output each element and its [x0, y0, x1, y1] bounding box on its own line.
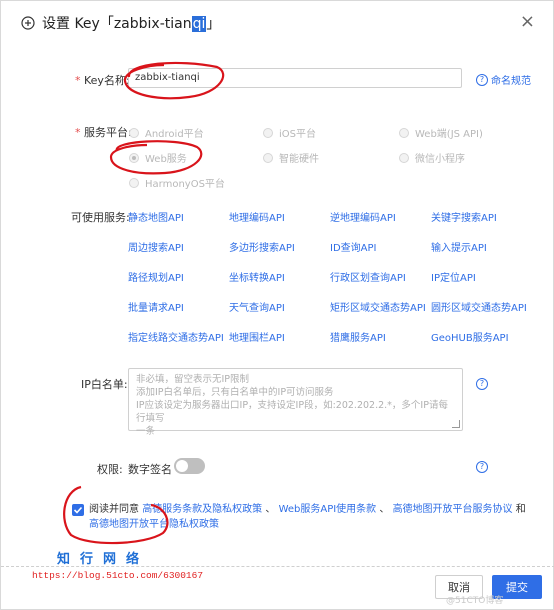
radio-dot [263, 127, 273, 138]
help-icon: ? [476, 378, 488, 390]
radio-label: 微信小程序 [415, 154, 465, 165]
dialog-title-suffix: 」 [206, 16, 221, 32]
watermark-url: https://blog.51cto.com/6300167 [32, 570, 204, 581]
radio-dot-selected [129, 152, 139, 163]
permission-help-link[interactable]: ? [476, 461, 488, 473]
service-api-link[interactable]: 逆地理编码API [330, 209, 396, 224]
digital-signature-toggle[interactable] [174, 458, 205, 474]
terms-link-1[interactable]: 高德服务条款及隐私权政策 [142, 504, 262, 515]
toggle-knob [176, 460, 188, 472]
permission-label: 权限: [97, 463, 123, 476]
service-api-link[interactable]: 多边形搜索API [229, 239, 295, 254]
set-key-dialog: 设置 Key「zabbix-tianqi」 × * Key名称: zabbix-… [0, 0, 554, 610]
services-label: 可使用服务: [71, 211, 130, 224]
naming-rules-text: 命名规范 [491, 76, 531, 87]
service-api-link[interactable]: 猎鹰服务API [330, 329, 386, 344]
platform-label-text: 服务平台: [84, 126, 132, 139]
placeholder-line: 添加IP白名单后，只有白名单中的IP可访问服务 [136, 387, 334, 398]
radio-web-service[interactable]: Web服务 [129, 150, 187, 165]
radio-dot [399, 127, 409, 138]
resize-handle[interactable] [452, 420, 460, 428]
check-icon [73, 506, 83, 514]
service-api-link[interactable]: ID查询API [330, 239, 376, 254]
service-api-link[interactable]: 路径规划API [128, 269, 184, 284]
radio-smart-hardware[interactable]: 智能硬件 [263, 150, 319, 165]
terms-link-2[interactable]: Web服务API使用条款 [279, 504, 377, 515]
dialog-header: 设置 Key「zabbix-tianqi」 × [1, 1, 553, 45]
terms-link-3[interactable]: 高德地图开放平台服务协议 [393, 504, 513, 515]
service-api-link[interactable]: 行政区划查询API [330, 269, 406, 284]
placeholder-line: 一条 [136, 426, 156, 437]
radio-dot [263, 152, 273, 163]
radio-ios[interactable]: iOS平台 [263, 125, 316, 140]
divider [1, 566, 554, 567]
platform-label: * 服务平台: [75, 124, 132, 140]
naming-rules-link[interactable]: ? 命名规范 [476, 72, 531, 87]
radio-label: 智能硬件 [279, 154, 319, 165]
placeholder-line: IP应该设定为服务器出口IP，支持设定IP段，如:202.202.2.*，多个I… [136, 400, 448, 424]
service-api-link[interactable]: GeoHUB服务API [431, 329, 509, 344]
radio-label: Web服务 [145, 154, 187, 165]
help-icon: ? [476, 461, 488, 473]
service-api-link[interactable]: 输入提示API [431, 239, 487, 254]
dialog-title-prefix: 设置 Key「zabbix-tian [42, 16, 192, 32]
service-api-link[interactable]: 地理围栏API [229, 329, 285, 344]
radio-web-js[interactable]: Web端(JS API) [399, 125, 483, 140]
ip-whitelist-label: IP白名单: [81, 378, 128, 391]
radio-label: HarmonyOS平台 [145, 179, 225, 190]
key-name-label: * Key名称: [75, 72, 130, 88]
watermark-brand: 知行网络 [57, 552, 150, 567]
service-api-link[interactable]: 指定线路交通态势API [128, 329, 224, 344]
radio-dot [399, 152, 409, 163]
add-circle-icon [21, 16, 35, 30]
radio-android[interactable]: Android平台 [129, 125, 204, 140]
dialog-title-selection: qi [191, 16, 207, 32]
separator: 和 [515, 504, 526, 515]
service-api-link[interactable]: 矩形区域交通态势API [330, 299, 426, 314]
ip-help-link[interactable]: ? [476, 378, 488, 390]
close-icon[interactable]: × [520, 11, 535, 32]
key-name-input[interactable]: zabbix-tianqi [128, 68, 462, 88]
placeholder-line: 非必填，留空表示无IP限制 [136, 374, 250, 385]
service-api-link[interactable]: 圆形区域交通态势API [431, 299, 527, 314]
radio-label: iOS平台 [279, 129, 316, 140]
radio-label: Android平台 [145, 129, 204, 140]
ip-whitelist-textarea[interactable]: 非必填，留空表示无IP限制 添加IP白名单后，只有白名单中的IP可访问服务 IP… [128, 368, 463, 437]
service-api-link[interactable]: 关键字搜索API [431, 209, 497, 224]
terms-link-4[interactable]: 高德地图开放平台隐私权政策 [89, 519, 219, 530]
radio-harmonyos[interactable]: HarmonyOS平台 [129, 175, 225, 190]
help-icon: ? [476, 73, 488, 86]
radio-dot [129, 127, 139, 138]
radio-wechat-miniprogram[interactable]: 微信小程序 [399, 150, 465, 165]
agreement-checkbox[interactable] [72, 504, 84, 516]
service-api-link[interactable]: 静态地图API [128, 209, 184, 224]
key-name-label-text: Key名称: [84, 74, 130, 87]
service-api-link[interactable]: IP定位API [431, 269, 476, 284]
service-api-link[interactable]: 批量请求API [128, 299, 184, 314]
radio-label: Web端(JS API) [415, 129, 483, 140]
separator: 、 [265, 504, 276, 515]
service-api-link[interactable]: 地理编码API [229, 209, 285, 224]
agreement-text: 阅读并同意 高德服务条款及隐私权政策 、 Web服务API使用条款 、 高德地图… [89, 502, 529, 532]
radio-dot [129, 177, 139, 188]
service-api-link[interactable]: 天气查询API [229, 299, 285, 314]
digital-signature-label: 数字签名 [128, 463, 172, 476]
separator: 、 [379, 504, 390, 515]
required-mark: * [75, 126, 81, 139]
service-api-link[interactable]: 坐标转换API [229, 269, 285, 284]
required-mark: * [75, 74, 81, 87]
service-api-link[interactable]: 周边搜索API [128, 239, 184, 254]
watermark-corner: @51CTO博客 [446, 596, 504, 606]
agreement-prefix: 阅读并同意 [89, 504, 139, 515]
dialog-title: 设置 Key「zabbix-tianqi」 [42, 13, 220, 33]
